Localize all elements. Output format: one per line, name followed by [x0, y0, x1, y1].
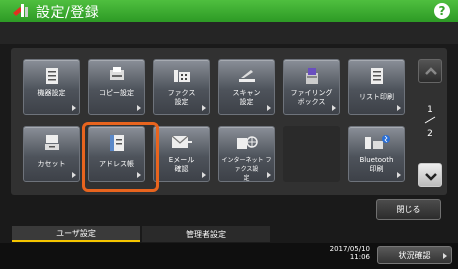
tile-empty-slot — [283, 126, 340, 182]
top-strip — [0, 22, 458, 44]
tile-list-print[interactable]: リスト印刷 — [348, 59, 405, 115]
total-pages: 2 — [427, 129, 433, 139]
status-check-label: 状況確認 — [398, 250, 431, 260]
chevron-up-icon — [425, 67, 437, 75]
chevron-down-icon — [425, 173, 437, 181]
scan-icon — [238, 70, 255, 82]
submenu-arrow-icon — [332, 105, 336, 111]
tile-label: Bluetooth 印刷 — [359, 156, 394, 173]
page-divider-icon — [424, 116, 436, 124]
tile-cassette[interactable]: カセット — [23, 126, 80, 182]
tile-bluetooth-print[interactable]: Bluetooth 印刷 — [348, 126, 405, 182]
submenu-arrow-icon — [443, 253, 447, 259]
submenu-arrow-icon — [202, 105, 206, 111]
page-title: 設定/登録 — [36, 5, 100, 21]
submenu-arrow-icon — [397, 172, 401, 178]
address-book-highlight — [82, 122, 159, 192]
datetime: 2017/05/10 11:06 — [320, 245, 370, 261]
tile-label: インターネット ファクス設 定 — [221, 157, 272, 182]
tile-device-settings[interactable]: 機器設定 — [23, 59, 80, 115]
settings-wrench-icon — [13, 4, 28, 17]
tab-admin-settings[interactable]: 管理者設定 — [142, 226, 270, 242]
submenu-arrow-icon — [397, 105, 401, 111]
tile-label: コピー設定 — [99, 89, 134, 97]
tile-email-check[interactable]: Eメール 確認 — [153, 126, 210, 182]
title-bar: 設定/登録 ? — [0, 0, 458, 22]
bluetooth-print-icon — [364, 135, 390, 149]
submenu-arrow-icon — [72, 172, 76, 178]
copy-icon — [109, 67, 124, 80]
tile-internet-fax-settings[interactable]: インターネット ファクス設 定 — [218, 126, 275, 182]
tile-copy-settings[interactable]: コピー設定 — [88, 59, 145, 115]
tile-label: リスト印刷 — [359, 93, 394, 101]
cassette-icon — [44, 135, 59, 150]
submenu-arrow-icon — [72, 105, 76, 111]
list-print-icon — [370, 68, 383, 84]
tile-label: 機器設定 — [37, 89, 66, 97]
scroll-down-button[interactable] — [418, 163, 442, 187]
submenu-arrow-icon — [137, 105, 141, 111]
tile-label: カセット — [37, 160, 66, 168]
status-check-button[interactable]: 状況確認 — [377, 246, 452, 264]
tile-label: スキャン 設定 — [232, 89, 261, 106]
time-text: 11:06 — [349, 253, 370, 261]
submenu-arrow-icon — [267, 172, 271, 178]
tile-scan-settings[interactable]: スキャン 設定 — [218, 59, 275, 115]
submenu-arrow-icon — [202, 172, 206, 178]
current-page: 1 — [427, 105, 433, 115]
tab-user-settings[interactable]: ユーザ設定 — [12, 226, 140, 242]
help-icon[interactable]: ? — [434, 3, 450, 19]
filing-box-icon — [305, 68, 318, 84]
tile-label: ファクス 設定 — [167, 89, 196, 106]
scroll-up-button[interactable] — [418, 59, 442, 83]
page-indicator: 1 2 — [422, 104, 438, 140]
tile-label: ファイリング ボックス — [290, 89, 333, 106]
internet-fax-icon — [236, 136, 258, 149]
tile-fax-settings[interactable]: ファクス 設定 — [153, 59, 210, 115]
close-button[interactable]: 閉じる — [376, 199, 441, 220]
tile-label: Eメール 確認 — [168, 156, 195, 173]
device-icon — [45, 68, 58, 84]
date-text: 2017/05/10 — [329, 245, 370, 253]
tile-filing-box[interactable]: ファイリング ボックス — [283, 59, 340, 115]
fax-icon — [173, 70, 190, 82]
submenu-arrow-icon — [267, 105, 271, 111]
email-icon — [171, 135, 192, 148]
